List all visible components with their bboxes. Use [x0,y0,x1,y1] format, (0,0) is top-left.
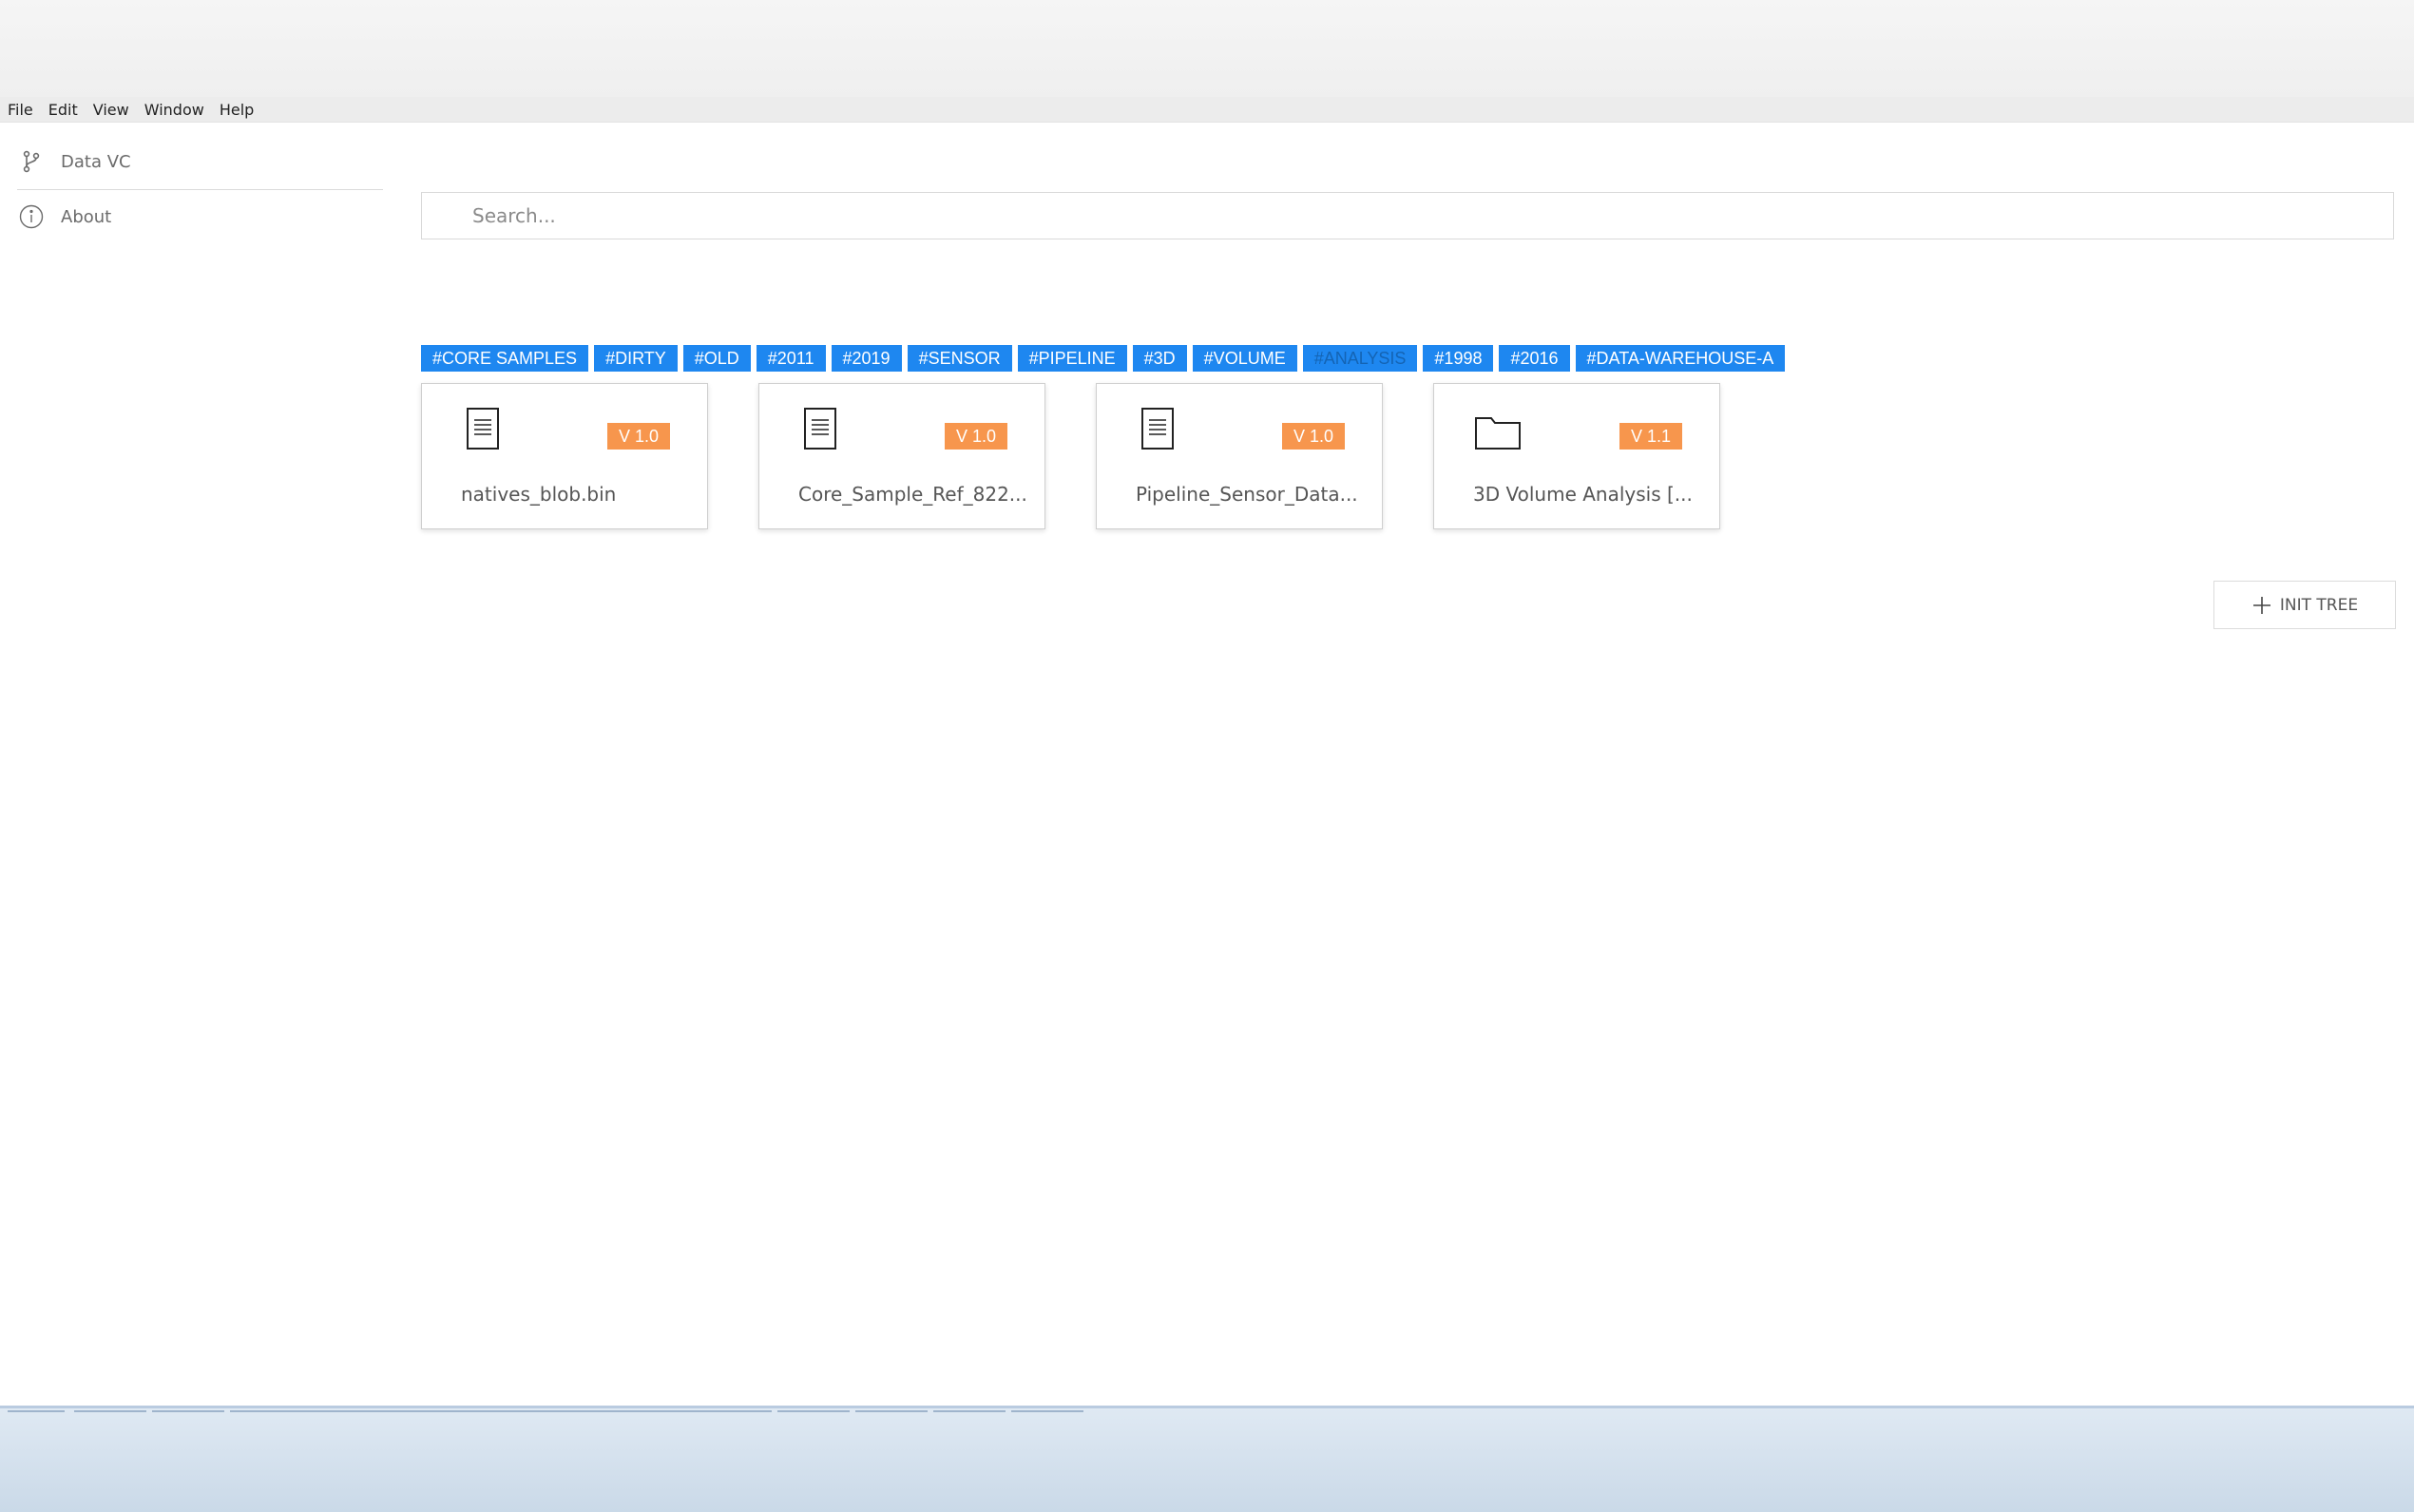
taskbar-item[interactable] [74,1410,146,1420]
file-card[interactable]: V 1.0 natives_blob.bin [421,383,708,529]
tag-data-warehouse-a[interactable]: #DATA-WAREHOUSE-A [1575,345,1786,372]
document-icon [466,407,504,452]
taskbar-item[interactable] [855,1410,928,1420]
init-tree-button[interactable]: INIT TREE [2213,581,2396,629]
tag-old[interactable]: #OLD [682,345,751,372]
version-badge: V 1.0 [945,423,1007,450]
window-titlebar [0,0,2414,97]
tag-2016[interactable]: #2016 [1499,345,1570,372]
init-tree-label: INIT TREE [2279,595,2359,615]
tag-3d[interactable]: #3D [1132,345,1187,372]
sidebar-item-data-vc[interactable]: Data VC [17,138,383,185]
sidebar-item-about[interactable]: About [17,193,383,240]
folder-icon [1474,407,1522,452]
tag-list: #CORE SAMPLES #DIRTY #OLD #2011 #2019 #S… [421,345,1786,372]
card-list: V 1.0 natives_blob.bin V 1.0 Core_Sample… [421,383,1720,529]
sidebar: Data VC About [0,123,385,1406]
taskbar-item[interactable] [933,1410,1006,1420]
sidebar-item-label: About [61,206,112,227]
search-box [421,192,2394,239]
version-badge: V 1.0 [1282,423,1345,450]
document-icon [1140,407,1178,452]
card-name: Pipeline_Sensor_Data... [1136,483,1358,506]
card-name: 3D Volume Analysis [... [1473,483,1693,506]
tag-analysis[interactable]: #ANALYSIS [1302,345,1418,372]
tag-2019[interactable]: #2019 [831,345,902,372]
file-card[interactable]: V 1.0 Core_Sample_Ref_822... [758,383,1045,529]
menu-file[interactable]: File [0,101,41,119]
tag-2011[interactable]: #2011 [756,345,826,372]
branch-icon [17,147,46,176]
tag-sensor[interactable]: #SENSOR [907,345,1012,372]
taskbar-item[interactable] [152,1410,224,1420]
menu-view[interactable]: View [86,101,137,119]
menu-bar: File Edit View Window Help [0,97,2414,123]
search-input[interactable] [422,193,2393,239]
taskbar-item[interactable] [1011,1410,1083,1420]
tag-pipeline[interactable]: #PIPELINE [1017,345,1127,372]
tag-1998[interactable]: #1998 [1423,345,1494,372]
version-badge: V 1.0 [607,423,670,450]
version-badge: V 1.1 [1619,423,1682,450]
taskbar-item[interactable] [8,1410,65,1420]
sidebar-divider [17,189,383,190]
tag-core-samples[interactable]: #CORE SAMPLES [421,345,589,372]
taskbar-item[interactable] [777,1410,850,1420]
taskbar-item[interactable] [230,1410,772,1420]
menu-window[interactable]: Window [137,101,212,119]
card-name: Core_Sample_Ref_822... [798,483,1027,506]
document-icon [803,407,841,452]
sidebar-item-label: Data VC [61,151,131,172]
menu-edit[interactable]: Edit [41,101,86,119]
taskbar [0,1406,2414,1512]
info-icon [17,202,46,231]
card-name: natives_blob.bin [461,483,617,506]
folder-card[interactable]: V 1.1 3D Volume Analysis [... [1433,383,1720,529]
file-card[interactable]: V 1.0 Pipeline_Sensor_Data... [1096,383,1383,529]
menu-help[interactable]: Help [212,101,261,119]
tag-dirty[interactable]: #DIRTY [594,345,678,372]
plus-icon [2251,595,2272,616]
tag-volume[interactable]: #VOLUME [1192,345,1297,372]
